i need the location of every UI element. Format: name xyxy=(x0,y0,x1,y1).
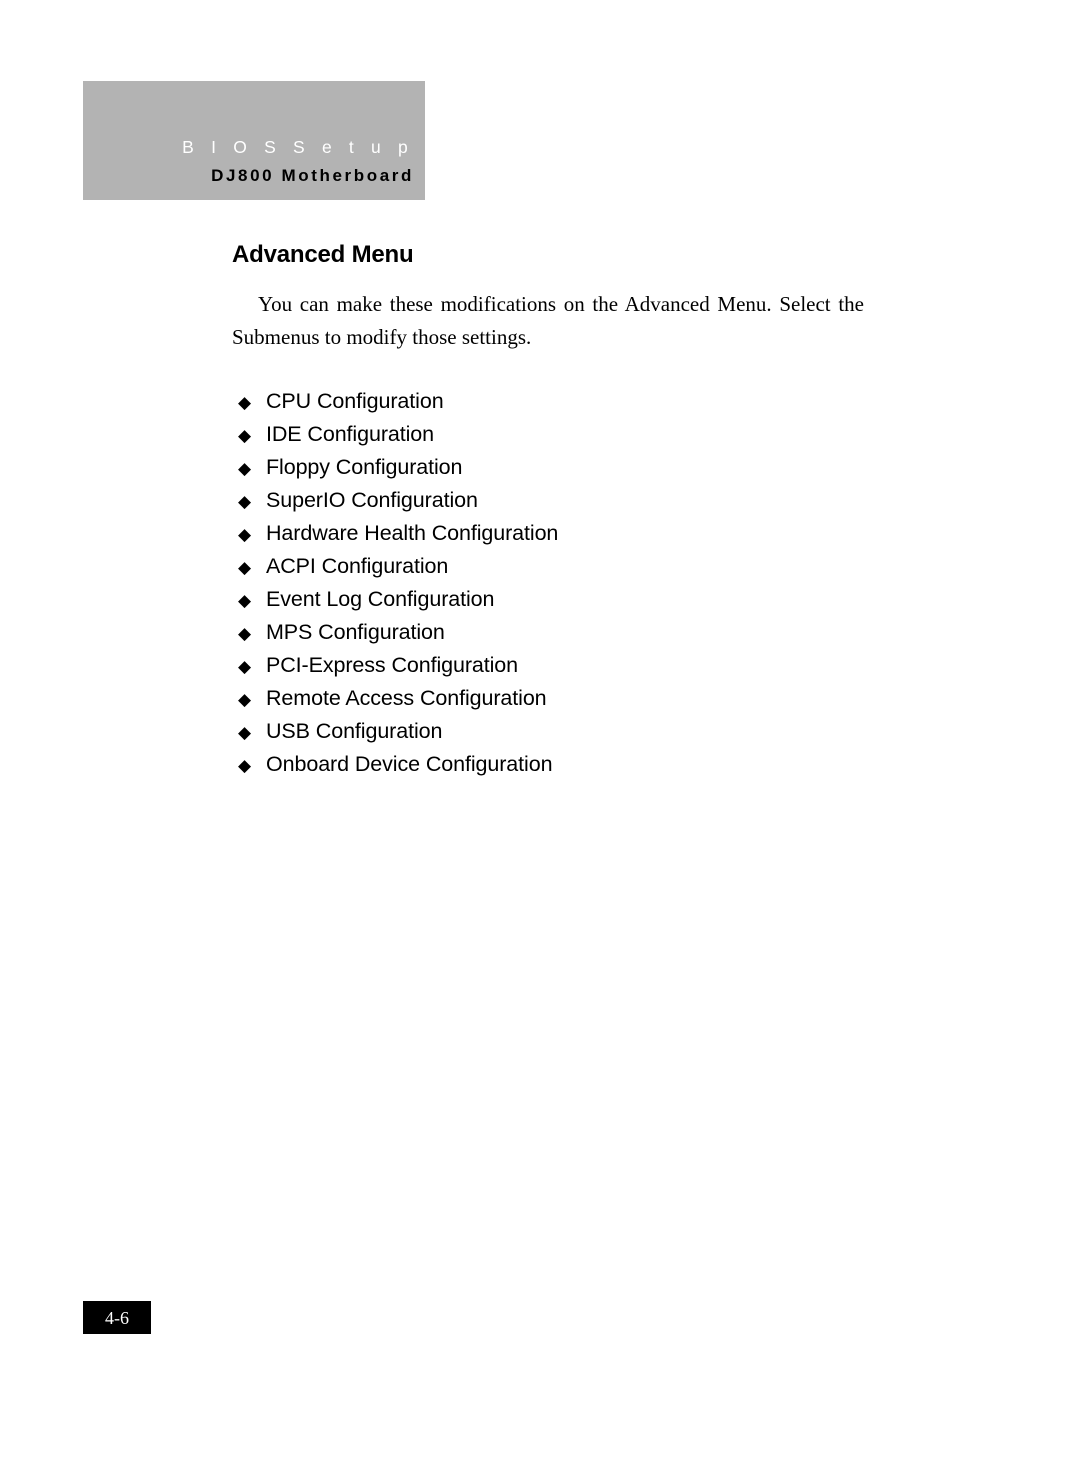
diamond-bullet-icon: ◆ xyxy=(238,393,252,413)
diamond-bullet-icon: ◆ xyxy=(238,723,252,743)
content-block: Advanced Menu You can make these modific… xyxy=(232,240,872,353)
list-item: ◆ USB Configuration xyxy=(238,715,938,748)
diamond-bullet-icon: ◆ xyxy=(238,624,252,644)
diamond-bullet-icon: ◆ xyxy=(238,426,252,446)
list-item: ◆ Remote Access Configuration xyxy=(238,682,938,715)
list-item-label: Onboard Device Configuration xyxy=(266,752,553,776)
list-item: ◆ Hardware Health Configuration xyxy=(238,517,938,550)
diamond-bullet-icon: ◆ xyxy=(238,591,252,611)
list-item: ◆ IDE Configuration xyxy=(238,418,938,451)
list-item: ◆ ACPI Configuration xyxy=(238,550,938,583)
diamond-bullet-icon: ◆ xyxy=(238,756,252,776)
list-item: ◆ Onboard Device Configuration xyxy=(238,748,938,781)
list-item: ◆ MPS Configuration xyxy=(238,616,938,649)
header-title-bios-setup: B I O S S e t u p xyxy=(182,137,414,157)
diamond-bullet-icon: ◆ xyxy=(238,525,252,545)
diamond-bullet-icon: ◆ xyxy=(238,657,252,677)
page-title: Advanced Menu xyxy=(232,241,414,268)
list-item: ◆ PCI-Express Configuration xyxy=(238,649,938,682)
diamond-bullet-icon: ◆ xyxy=(238,492,252,512)
list-item-label: Remote Access Configuration xyxy=(266,686,547,710)
list-item: ◆ Floppy Configuration xyxy=(238,451,938,484)
list-item-label: CPU Configuration xyxy=(266,389,444,413)
list-item-label: USB Configuration xyxy=(266,719,443,743)
page-number-label: 4-6 xyxy=(105,1307,129,1328)
submenu-list: ◆ CPU Configuration ◆ IDE Configuration … xyxy=(238,385,938,781)
document-page: B I O S S e t u p DJ800 Motherboard Adva… xyxy=(0,0,1080,1472)
diamond-bullet-icon: ◆ xyxy=(238,558,252,578)
list-item: ◆ SuperIO Configuration xyxy=(238,484,938,517)
list-item-label: IDE Configuration xyxy=(266,422,435,446)
list-item-label: ACPI Configuration xyxy=(266,554,449,578)
list-item: ◆ Event Log Configuration xyxy=(238,583,938,616)
list-item-label: PCI-Express Configuration xyxy=(266,653,519,677)
intro-paragraph: You can make these modifications on the … xyxy=(232,292,864,349)
list-item-label: SuperIO Configuration xyxy=(266,488,478,512)
diamond-bullet-icon: ◆ xyxy=(238,690,252,710)
page-number-badge: 4-6 xyxy=(83,1301,151,1334)
list-item-label: Hardware Health Configuration xyxy=(266,521,559,545)
header-banner: B I O S S e t u p DJ800 Motherboard xyxy=(83,81,425,200)
list-item-label: Floppy Configuration xyxy=(266,455,463,479)
list-item: ◆ CPU Configuration xyxy=(238,385,938,418)
diamond-bullet-icon: ◆ xyxy=(238,459,252,479)
list-item-label: Event Log Configuration xyxy=(266,587,495,611)
list-item-label: MPS Configuration xyxy=(266,620,445,644)
header-subtitle-motherboard: DJ800 Motherboard xyxy=(211,166,414,185)
